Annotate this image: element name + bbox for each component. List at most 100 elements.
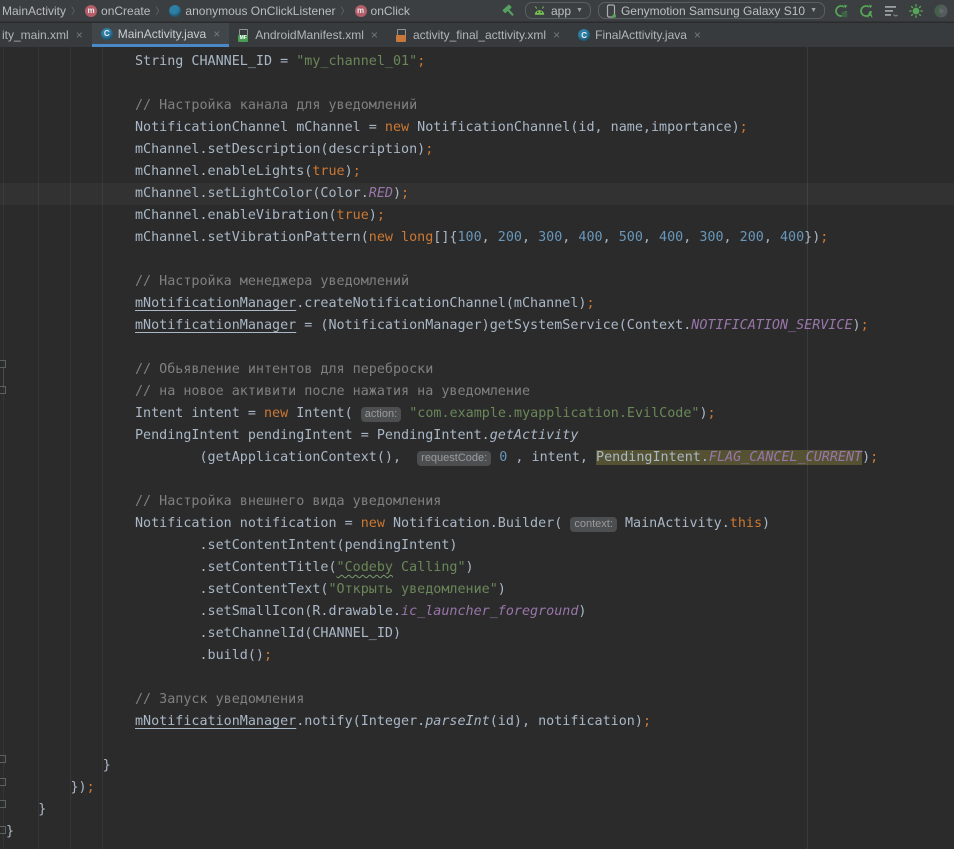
code-line[interactable]: mChannel.setDescription(description); [6,139,954,161]
code-line[interactable]: NotificationChannel mChannel = new Notif… [6,117,954,139]
device-selector[interactable]: Genymotion Samsung Galaxy S10 ▼ [598,2,825,19]
code-line[interactable]: String CHANNEL_ID = "my_channel_01"; [6,51,954,73]
code-line[interactable]: }); [6,777,954,799]
method-icon: m [355,5,367,17]
breadcrumb-separator-icon: 〉 [340,4,351,17]
code-line[interactable]: .build(); [6,645,954,667]
breadcrumb-label: onClick [371,4,410,18]
tab-androidmanifest-xml[interactable]: MF AndroidManifest.xml × [229,23,387,47]
tab-label: activity_final_acttivity.xml [413,28,546,42]
code-line[interactable]: mChannel.enableLights(true); [6,161,954,183]
tab-label: MainActivity.java [118,27,206,41]
parameter-hint: context: [570,517,617,532]
code-line[interactable] [6,667,954,689]
fold-marker-icon[interactable] [0,360,6,368]
tab-close-icon[interactable]: × [694,28,701,42]
code-line[interactable]: PendingIntent pendingIntent = PendingInt… [6,425,954,447]
breadcrumb-separator-icon: 〉 [154,4,165,17]
build-hammer-icon[interactable] [500,2,518,20]
code-line[interactable]: .setSmallIcon(R.drawable.ic_launcher_for… [6,601,954,623]
rerun-icon[interactable] [832,2,850,20]
code-line[interactable]: mNotificationManager = (NotificationMana… [6,315,954,337]
breadcrumb-item-class[interactable]: MainActivity [2,4,66,18]
device-phone-icon [606,4,616,18]
tab-mainactivity-java[interactable]: C MainActivity.java × [92,23,230,47]
tab-label: FinalActtivity.java [595,28,687,42]
code-line[interactable]: // на новое активити после нажатия на ув… [6,381,954,403]
chevron-down-icon: ▼ [810,7,817,14]
code-line[interactable]: Intent intent = new Intent( action: "com… [6,403,954,425]
tab-label: AndroidManifest.xml [255,28,364,42]
editor[interactable]: String CHANNEL_ID = "my_channel_01"; // … [0,47,954,849]
fold-marker-icon[interactable] [0,800,6,808]
run-configuration-label: app [551,4,571,18]
chevron-down-icon: ▼ [576,7,583,14]
stop-icon[interactable] [932,2,950,20]
tab-close-icon[interactable]: × [553,28,560,42]
navigation-bar: MainActivity 〉 m onCreate 〉 anonymous On… [0,0,954,22]
code-line[interactable] [6,73,954,95]
code-line[interactable]: // Настройка внешнего вида уведомления [6,491,954,513]
tab-close-icon[interactable]: × [371,28,378,42]
code-line[interactable] [6,249,954,271]
android-icon [533,5,546,17]
code-line[interactable]: mNotificationManager.createNotificationC… [6,293,954,315]
tab-activity-final-acttivity-xml[interactable]: activity_final_acttivity.xml × [387,23,569,47]
code-line[interactable] [6,469,954,491]
code-line[interactable]: mChannel.setVibrationPattern(new long[]{… [6,227,954,249]
breadcrumb-label: onCreate [101,4,150,18]
method-icon: m [85,5,97,17]
code-line[interactable]: } [6,755,954,777]
code-line[interactable] [6,733,954,755]
breadcrumb-label: MainActivity [2,4,66,18]
device-label: Genymotion Samsung Galaxy S10 [621,4,805,18]
code-line[interactable]: (getApplicationContext(), requestCode: 0… [6,447,954,469]
code-line[interactable]: } [6,821,954,843]
code-line[interactable]: .setContentIntent(pendingIntent) [6,535,954,557]
code-line[interactable]: .setContentText("Открыть уведомление") [6,579,954,601]
java-class-icon: C [101,28,113,40]
fold-marker-icon[interactable] [0,778,6,786]
class-icon [169,5,181,17]
run-configuration-selector[interactable]: app ▼ [525,2,591,19]
code-line[interactable]: .setContentTitle("Codeby Calling") [6,557,954,579]
fold-marker-icon[interactable] [0,755,6,763]
breadcrumb-item-oncreate[interactable]: m onCreate [85,4,150,18]
manifest-file-icon: MF [238,29,250,42]
attach-debugger-icon[interactable] [907,2,925,20]
breadcrumb-item-onclick[interactable]: m onClick [355,4,410,18]
code-line[interactable]: // Запуск уведомления [6,689,954,711]
profiler-icon[interactable] [882,2,900,20]
run-toolbar: app ▼ Genymotion Samsung Galaxy S10 ▼ [500,2,950,20]
breadcrumb-item-anonymous-listener[interactable]: anonymous OnClickListener [169,4,335,18]
ide-window: MainActivity 〉 m onCreate 〉 anonymous On… [0,0,954,849]
tab-activity-main-xml[interactable]: ity_main.xml × [0,23,92,47]
parameter-hint: action: [361,407,401,422]
code-line[interactable]: .setChannelId(CHANNEL_ID) [6,623,954,645]
code-line[interactable] [6,337,954,359]
breadcrumb: MainActivity 〉 m onCreate 〉 anonymous On… [2,4,410,18]
code-line[interactable]: mNotificationManager.notify(Integer.pars… [6,711,954,733]
code-line[interactable]: mChannel.setLightColor(Color.RED); [0,183,954,205]
tab-bar: ity_main.xml × C MainActivity.java × MF … [0,23,954,47]
code-area[interactable]: String CHANNEL_ID = "my_channel_01"; // … [0,47,954,843]
fold-marker-icon[interactable] [0,826,6,834]
code-line[interactable]: // Настройка менеджера уведомлений [6,271,954,293]
apply-changes-icon[interactable]: A [857,2,875,20]
code-line[interactable]: mChannel.enableVibration(true); [6,205,954,227]
parameter-hint: requestCode: [417,451,491,466]
code-line[interactable]: // Настройка канала для уведомлений [6,95,954,117]
breadcrumb-separator-icon: 〉 [70,4,81,17]
fold-marker-icon[interactable] [0,386,6,394]
breadcrumb-label: anonymous OnClickListener [185,4,335,18]
code-line[interactable]: Notification notification = new Notifica… [6,513,954,535]
code-line[interactable]: // Обьявление интентов для переброски [6,359,954,381]
svg-text:A: A [867,10,873,19]
tab-label: ity_main.xml [2,28,69,42]
java-class-icon: C [578,29,590,41]
tab-close-icon[interactable]: × [76,28,83,42]
tab-close-icon[interactable]: × [213,27,220,41]
code-line[interactable]: } [6,799,954,821]
xml-file-icon [396,29,408,42]
tab-finalacttivity-java[interactable]: C FinalActtivity.java × [569,23,710,47]
